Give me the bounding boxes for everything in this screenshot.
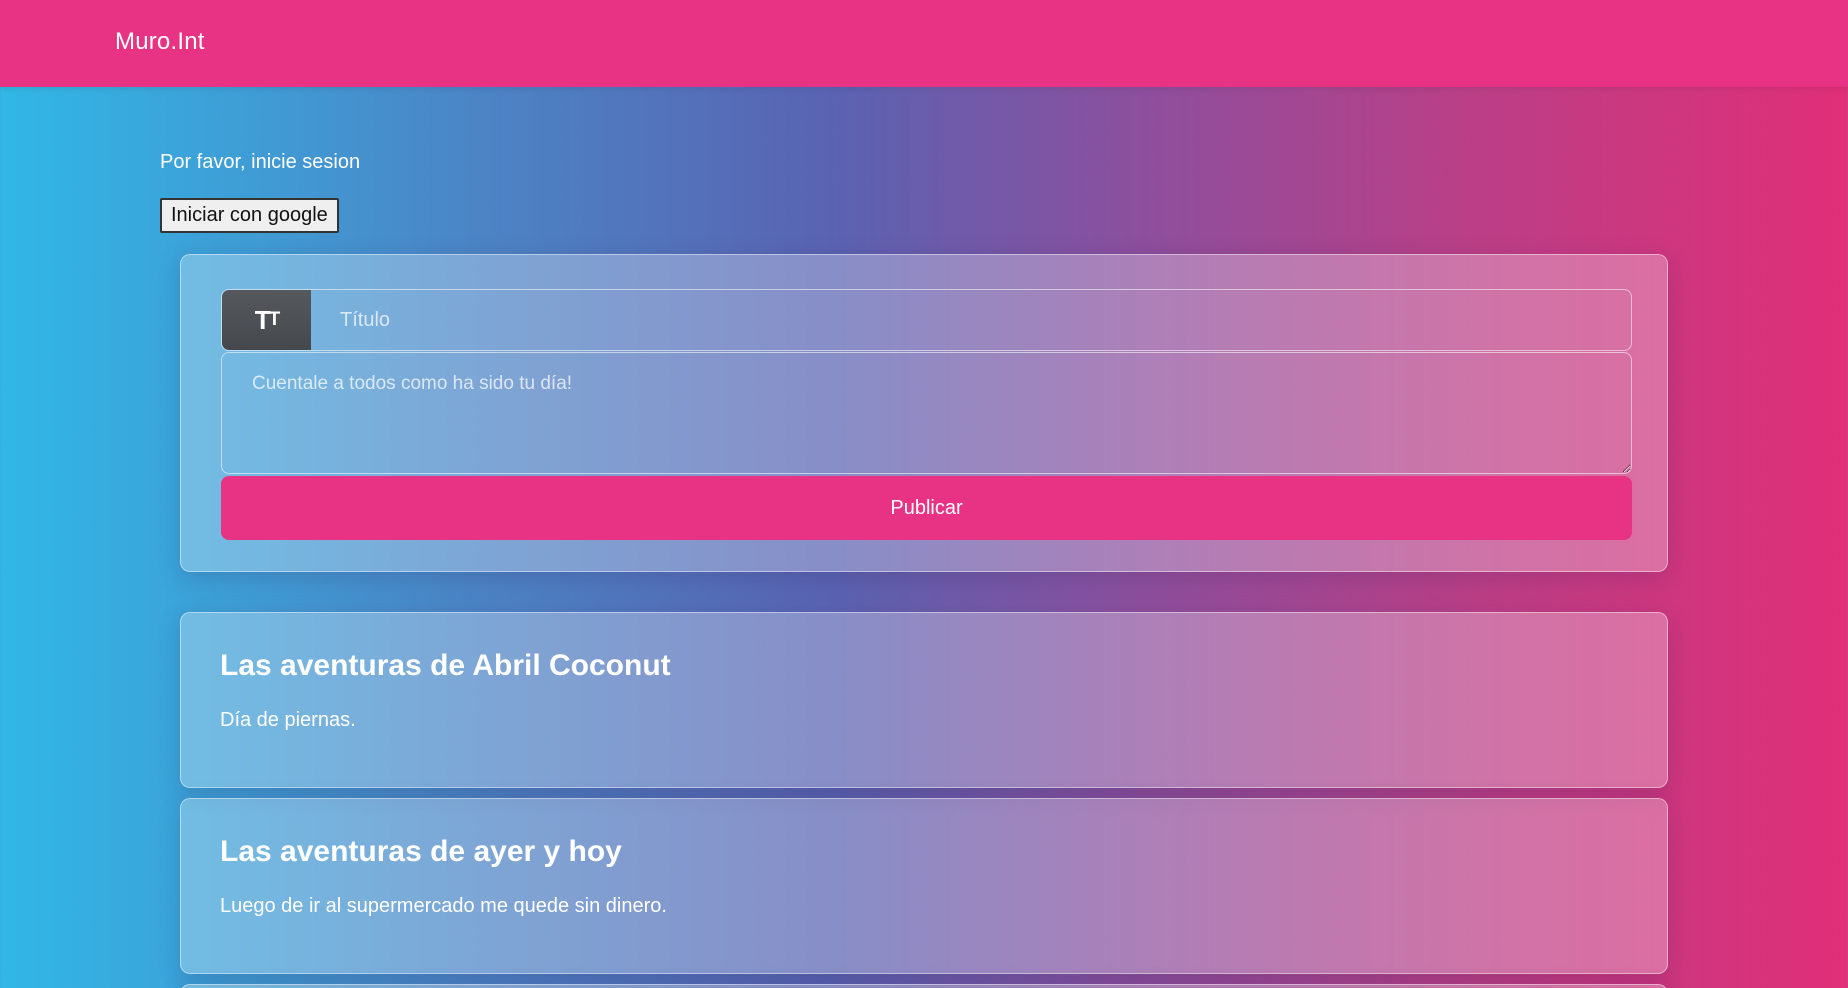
post-card-partial [180,984,1668,988]
post-composer: TT Publicar [180,254,1668,572]
google-login-button[interactable]: Iniciar con google [160,198,339,233]
top-navbar: Muro.Int [0,0,1848,87]
title-input[interactable] [311,290,1631,350]
post-title: Las aventuras de Abril Coconut [220,649,671,682]
post-title: Las aventuras de ayer y hoy [220,835,622,868]
text-size-icon: TT [222,290,311,350]
post-body-textarea[interactable] [221,352,1632,474]
login-prompt: Por favor, inicie sesion [160,151,361,173]
text-size-icon-glyph-large: T [254,304,271,335]
post-card: Las aventuras de Abril Coconut Día de pi… [180,612,1668,788]
title-input-group: TT [221,289,1632,351]
post-card: Las aventuras de ayer y hoy Luego de ir … [180,798,1668,974]
post-body: Día de piernas. [220,709,356,731]
brand-logo-text[interactable]: Muro.Int [115,28,205,56]
publish-button[interactable]: Publicar [221,476,1632,540]
text-size-icon-glyph-small: T [268,309,281,330]
post-body: Luego de ir al supermercado me quede sin… [220,895,667,917]
